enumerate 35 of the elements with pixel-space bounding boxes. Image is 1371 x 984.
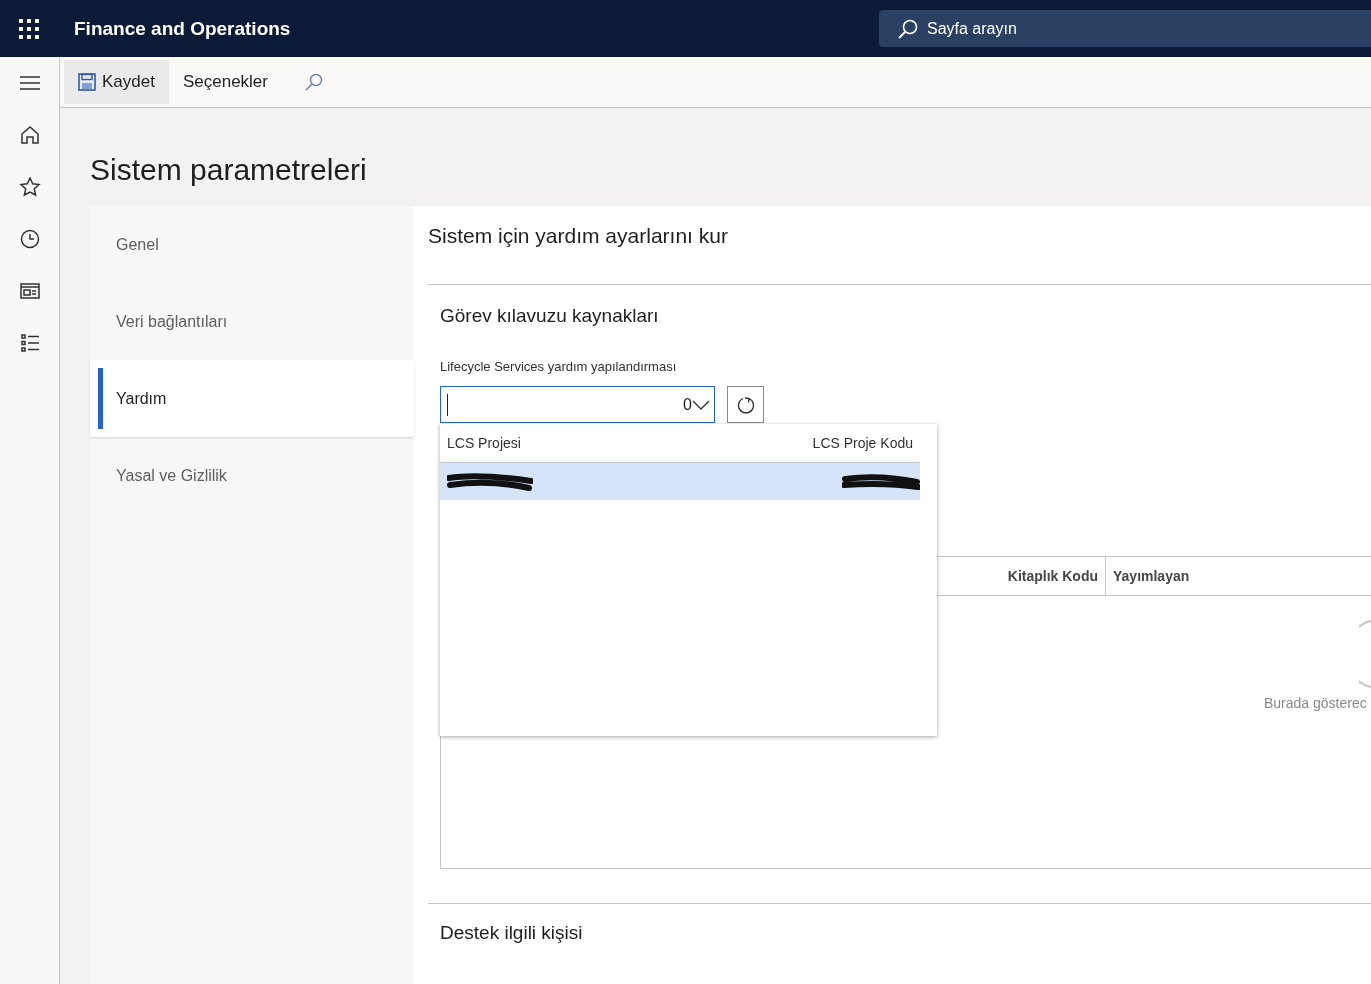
column-header[interactable]: LCS Projesi xyxy=(447,435,521,451)
options-button[interactable]: Seçenekler xyxy=(168,60,282,104)
page-title: Sistem parametreleri xyxy=(90,152,368,188)
tab[interactable]: Yardım xyxy=(90,360,414,437)
search-placeholder: Sayfa arayın xyxy=(927,19,1017,38)
lookup-row[interactable] xyxy=(440,463,920,500)
tab[interactable]: Veri bağlantıları xyxy=(90,283,414,360)
tab[interactable]: Yasal ve Gizlilik xyxy=(90,437,414,514)
column-header[interactable]: LCS Proje Kodu xyxy=(812,435,913,451)
home-icon[interactable] xyxy=(18,125,41,145)
refresh-icon xyxy=(735,394,756,415)
list-icon[interactable] xyxy=(18,333,41,353)
save-icon xyxy=(78,73,96,91)
app-launcher-icon[interactable] xyxy=(18,17,40,40)
field-label: Lifecycle Services yardım yapılandırması xyxy=(440,359,677,374)
search-field[interactable]: Sayfa arayın xyxy=(879,10,1371,47)
empty-message: Burada gösterec xyxy=(1264,695,1367,711)
chevron-down-icon[interactable] xyxy=(692,398,710,411)
save-button[interactable]: Kaydet xyxy=(64,60,169,104)
search-icon xyxy=(897,17,919,40)
column-header[interactable]: Yayımlayan xyxy=(1106,557,1371,595)
star-icon[interactable] xyxy=(18,177,41,197)
count-text: 0 xyxy=(683,395,692,414)
workspace-icon[interactable] xyxy=(18,281,41,301)
menu-icon[interactable] xyxy=(18,73,41,93)
group-title: Destek ilgili kişisi xyxy=(440,922,583,943)
app-title: Finance and Operations xyxy=(74,17,291,40)
section-title: Sistem için yardım ayarlarını kur xyxy=(428,224,728,247)
lookup-field[interactable]: 0 xyxy=(440,386,715,423)
refresh-button[interactable] xyxy=(727,386,764,423)
tab[interactable]: Genel xyxy=(90,206,414,283)
group-title: Görev kılavuzu kaynakları xyxy=(440,305,659,326)
search-icon[interactable] xyxy=(304,72,324,92)
column-header[interactable]: Kitaplık Kodu xyxy=(441,557,1106,595)
clock-icon[interactable] xyxy=(18,229,41,249)
